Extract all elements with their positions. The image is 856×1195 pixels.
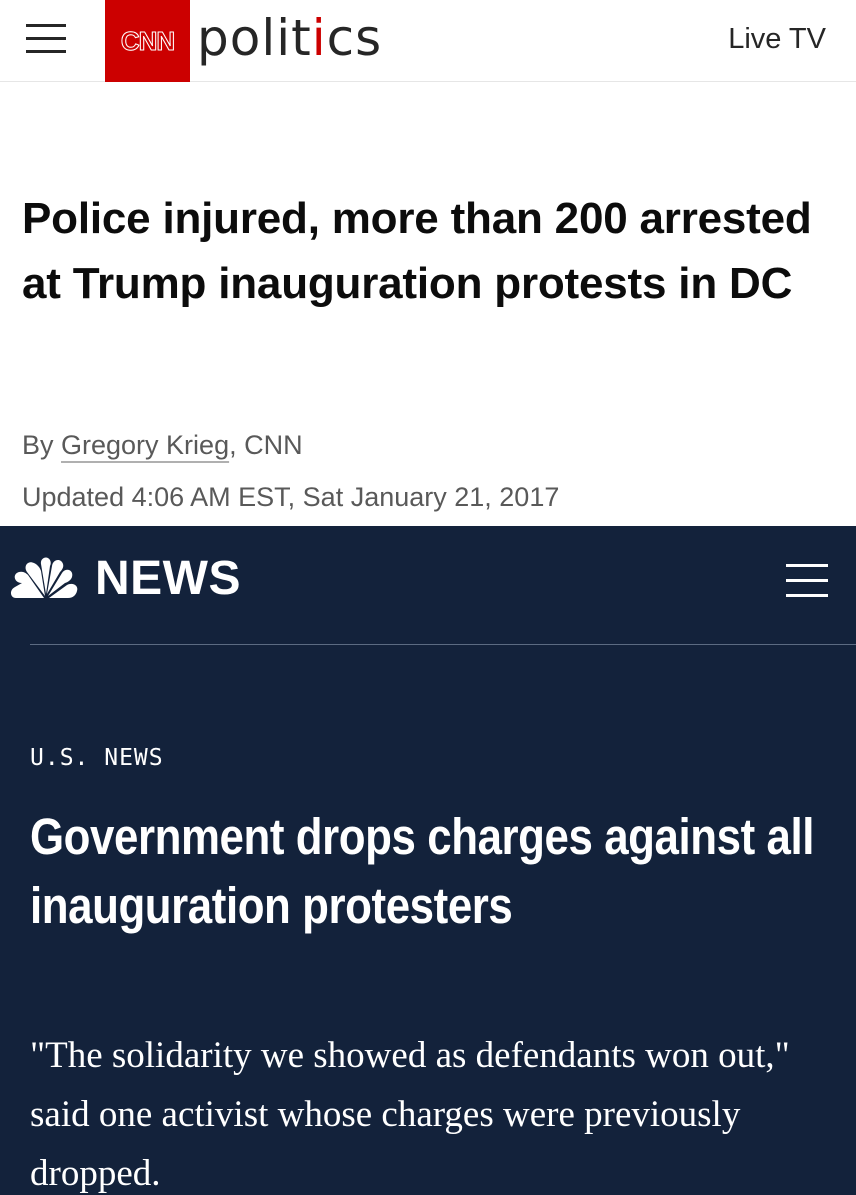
hamburger-menu-icon[interactable] xyxy=(786,563,828,599)
byline-suffix: , CNN xyxy=(229,430,303,460)
politics-section-title[interactable]: politics xyxy=(197,6,382,70)
cnn-byline: By Gregory Krieg, CNN xyxy=(22,428,303,462)
header-divider xyxy=(30,644,856,645)
nbc-news-wordmark[interactable]: NEWS xyxy=(95,552,241,606)
nbc-headline: Government drops charges against all ina… xyxy=(30,808,814,934)
section-word-main: polit xyxy=(197,9,312,67)
cnn-header-bar: CNN politics Live TV xyxy=(0,0,856,82)
section-word-end: cs xyxy=(326,9,383,67)
cnn-article-screenshot: CNN politics Live TV Police injured, mor… xyxy=(0,0,856,526)
peacock-logo-icon[interactable] xyxy=(10,556,82,600)
cnn-logo[interactable]: CNN xyxy=(105,0,190,82)
live-tv-link[interactable]: Live TV xyxy=(728,22,826,56)
nbc-article-screenshot: NEWS U.S. NEWS Government drops charges … xyxy=(0,526,856,1195)
nbc-dek: "The solidarity we showed as defendants … xyxy=(30,1035,790,1194)
byline-prefix: By xyxy=(22,430,62,460)
cnn-updated-timestamp: Updated 4:06 AM EST, Sat January 21, 201… xyxy=(22,482,560,512)
cnn-logo-text: CNN xyxy=(120,25,175,56)
cnn-headline: Police injured, more than 200 arrested a… xyxy=(22,194,812,308)
section-word-accent: i xyxy=(311,9,327,67)
author-link[interactable]: Gregory Krieg xyxy=(61,430,229,460)
section-label-link[interactable]: U.S. NEWS xyxy=(30,744,164,772)
hamburger-menu-icon[interactable] xyxy=(26,22,66,54)
